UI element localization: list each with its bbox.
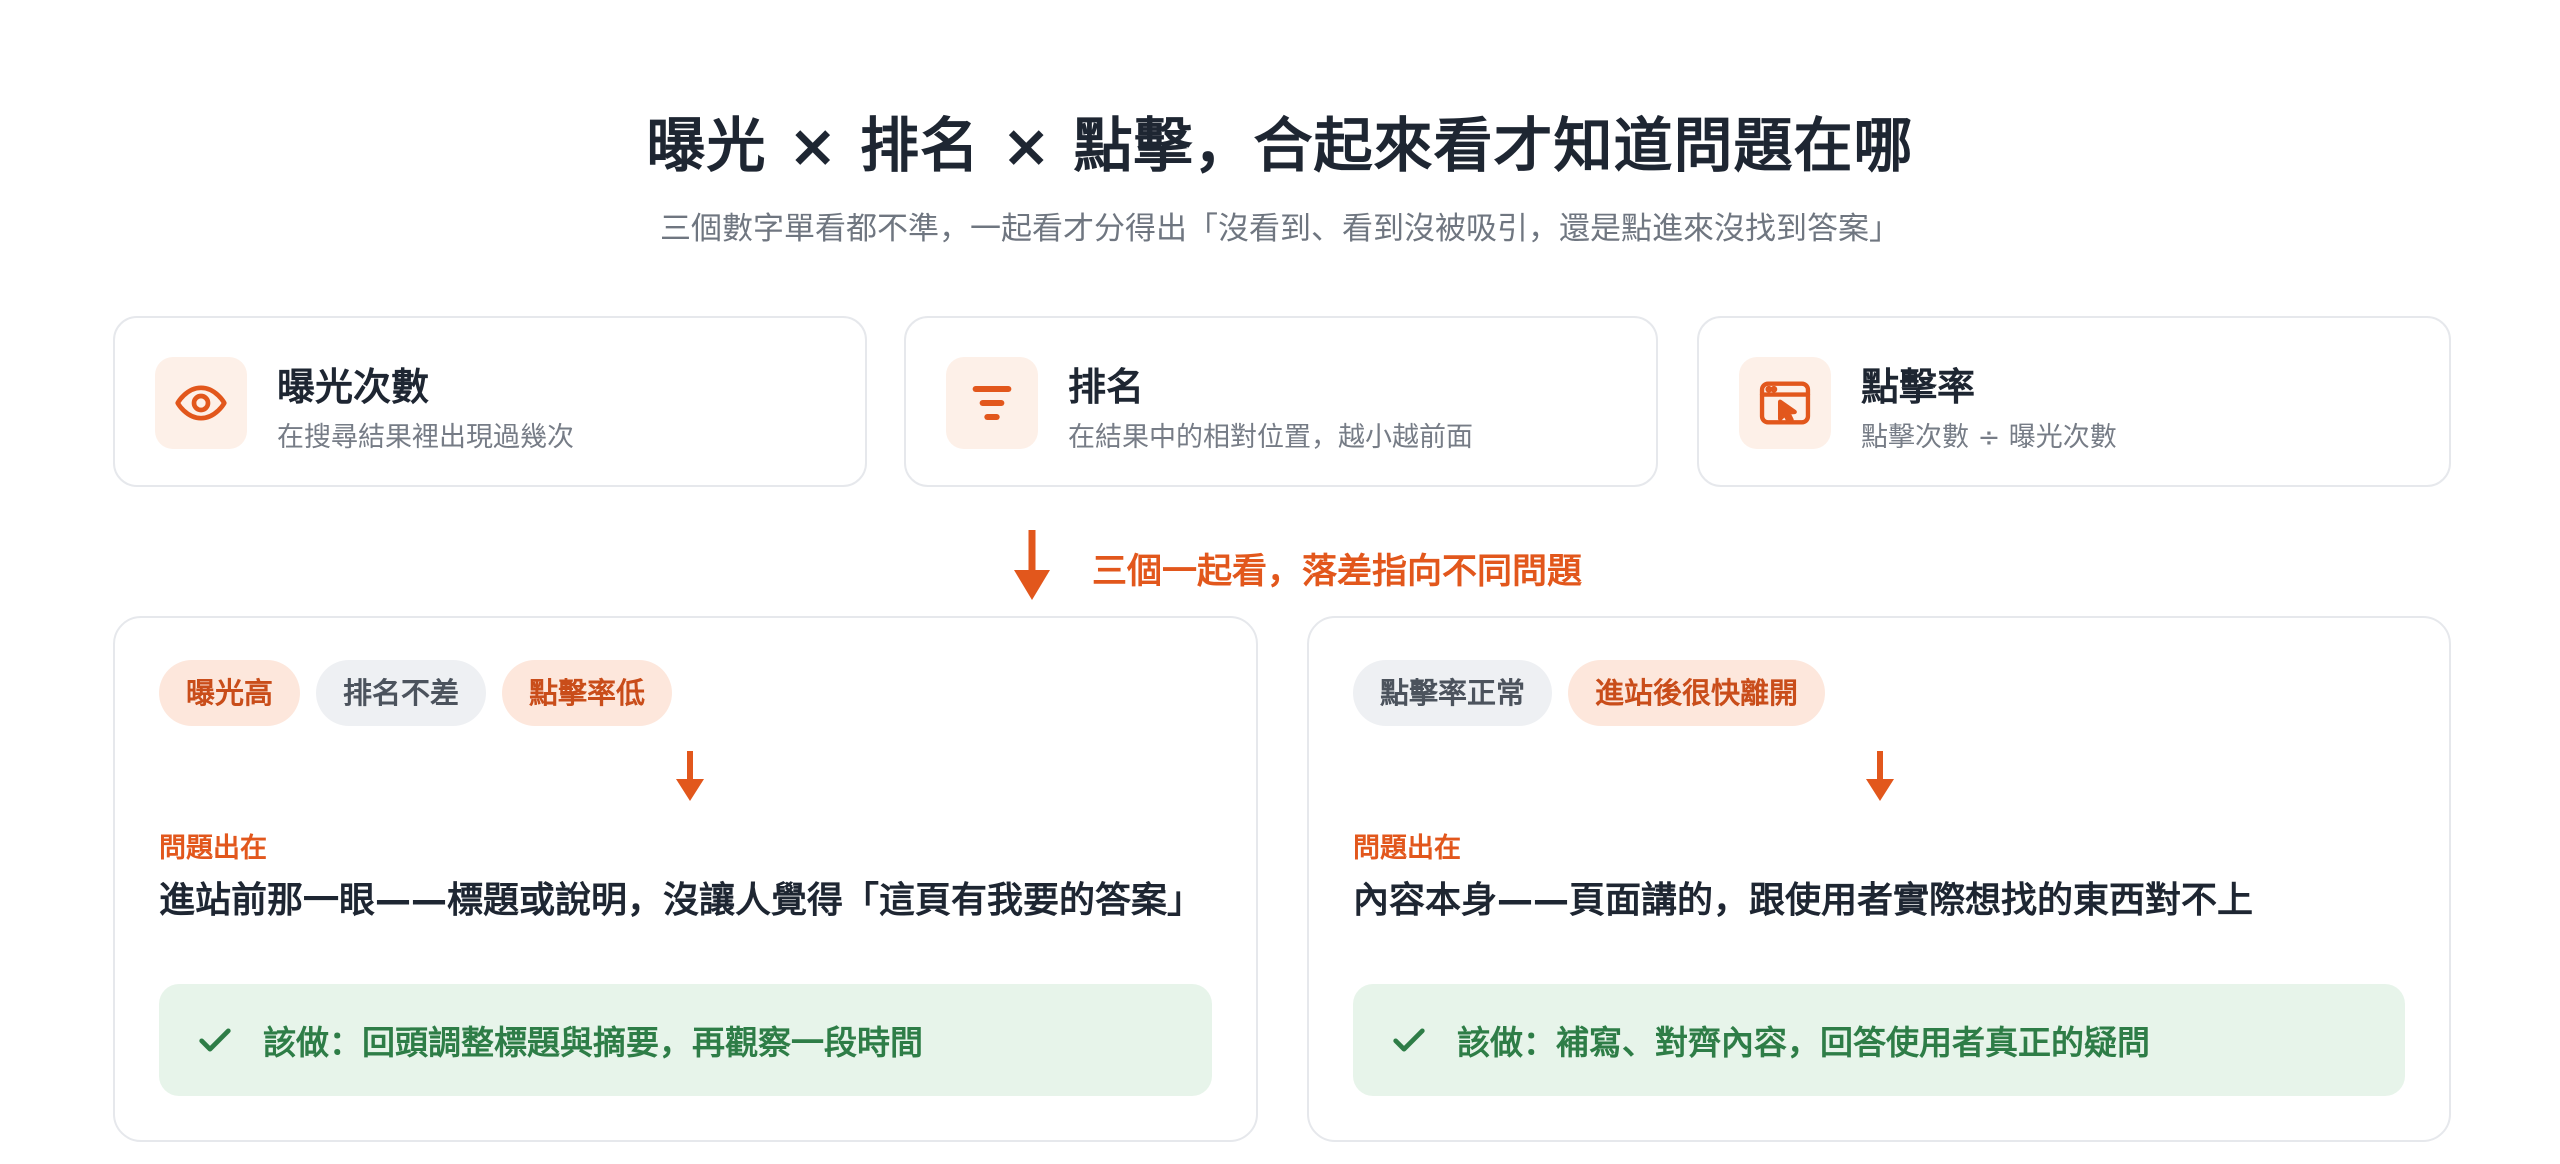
metric-title: 點擊率 bbox=[1861, 365, 1976, 409]
check-icon bbox=[1389, 1020, 1429, 1060]
tag-list: 點擊率正常 進站後很快離開 bbox=[1353, 660, 1826, 726]
action-box: 該做：回頭調整標題與摘要，再觀察一段時間 bbox=[159, 984, 1212, 1096]
action-text: 該做：補寫、對齊內容，回答使用者真正的疑問 bbox=[1457, 1023, 2150, 1062]
down-arrow-icon bbox=[1012, 530, 1052, 604]
action-box: 該做：補寫、對齊內容，回答使用者真正的疑問 bbox=[1353, 984, 2405, 1096]
tag-ctr-normal: 點擊率正常 bbox=[1353, 660, 1553, 726]
rank-bars-icon bbox=[946, 357, 1038, 449]
metric-card-impressions: 曝光次數 在搜尋結果裡出現過幾次 bbox=[113, 316, 867, 487]
case-card-low-ctr: 曝光高 排名不差 點擊率低 問題出在 進站前那一眼——標題或說明，沒讓人覺得「這… bbox=[113, 616, 1258, 1142]
check-icon bbox=[195, 1020, 235, 1060]
metric-card-ctr: 點擊率 點擊次數 ÷ 曝光次數 bbox=[1697, 316, 2451, 487]
tag-list: 曝光高 排名不差 點擊率低 bbox=[159, 660, 673, 726]
page-title: 曝光 × 排名 × 點擊，合起來看才知道問題在哪 bbox=[646, 111, 1914, 180]
tag-low-ctr: 點擊率低 bbox=[502, 660, 673, 726]
connector-label: 三個一起看，落差指向不同問題 bbox=[1092, 552, 1583, 592]
action-text: 該做：回頭調整標題與摘要，再觀察一段時間 bbox=[263, 1023, 923, 1062]
down-arrow-icon bbox=[675, 751, 705, 805]
problem-text: 內容本身——頁面講的，跟使用者實際想找的東西對不上 bbox=[1353, 880, 2254, 921]
metric-title: 曝光次數 bbox=[277, 365, 430, 409]
metric-desc: 點擊次數 ÷ 曝光次數 bbox=[1861, 422, 2117, 453]
case-card-quick-exit: 點擊率正常 進站後很快離開 問題出在 內容本身——頁面講的，跟使用者實際想找的東… bbox=[1307, 616, 2451, 1142]
metric-title: 排名 bbox=[1068, 365, 1145, 409]
metric-desc: 在搜尋結果裡出現過幾次 bbox=[277, 422, 574, 453]
problem-label: 問題出在 bbox=[1353, 833, 1461, 864]
click-window-icon bbox=[1739, 357, 1831, 449]
problem-text: 進站前那一眼——標題或說明，沒讓人覺得「這頁有我要的答案」 bbox=[159, 880, 1204, 921]
down-arrow-icon bbox=[1865, 751, 1895, 805]
tag-high-impressions: 曝光高 bbox=[159, 660, 301, 726]
metric-card-ranking: 排名 在結果中的相對位置，越小越前面 bbox=[904, 316, 1658, 487]
tag-rank-ok: 排名不差 bbox=[316, 660, 487, 726]
eye-icon bbox=[155, 357, 247, 449]
page-subtitle: 三個數字單看都不準，一起看才分得出「沒看到、看到沒被吸引，還是點進來沒找到答案」 bbox=[660, 211, 1900, 247]
problem-label: 問題出在 bbox=[159, 833, 267, 864]
metric-desc: 在結果中的相對位置，越小越前面 bbox=[1068, 422, 1473, 453]
tag-quick-exit: 進站後很快離開 bbox=[1568, 660, 1826, 726]
